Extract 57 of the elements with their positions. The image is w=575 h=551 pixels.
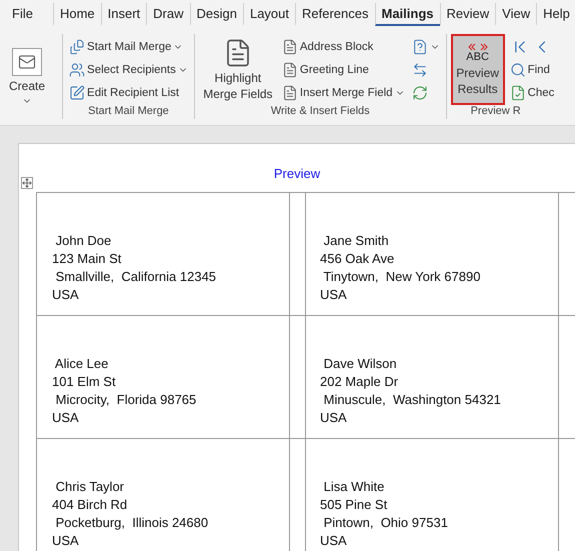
- address-line: USA: [52, 409, 80, 427]
- ribbon-button[interactable]: Chec: [508, 82, 556, 103]
- group-label: Write & Insert Fields: [270, 105, 371, 119]
- swap-arrows-icon: [412, 62, 428, 78]
- group-label: Start Mail Merge: [87, 105, 170, 119]
- address-line: 456 Oak Ave: [320, 250, 396, 268]
- address-line: 123 Main St: [52, 250, 122, 268]
- address-line: Minuscule, Washington 54321: [322, 391, 502, 409]
- ribbon-tab[interactable]: Layout: [242, 2, 296, 26]
- move-handle-icon[interactable]: [21, 177, 33, 189]
- address-line: Pintown, Ohio 97531: [322, 514, 449, 532]
- address-line: Chris Taylor: [54, 478, 126, 496]
- address-line: 202 Maple Dr: [320, 373, 400, 391]
- refresh-icon: [412, 84, 428, 100]
- ribbon-button[interactable]: Greeting Line: [280, 59, 407, 80]
- ribbon-tab[interactable]: Design: [190, 2, 243, 26]
- ribbon-tab[interactable]: Home: [52, 2, 101, 26]
- address-line: USA: [52, 532, 80, 550]
- envelope-icon: [12, 48, 42, 76]
- ribbon-tab[interactable]: Help: [536, 2, 575, 26]
- search-icon: [510, 62, 526, 78]
- address-line: Tinytown, New York 67890: [322, 268, 482, 286]
- ribbon-tab[interactable]: View: [495, 2, 536, 26]
- ribbon-tab[interactable]: References: [295, 2, 374, 26]
- ribbon-button[interactable]: Address Block: [280, 36, 407, 57]
- address-line: USA: [320, 286, 348, 304]
- ribbon-button[interactable]: Select Recipients: [67, 59, 190, 80]
- address-line: Lisa White: [322, 478, 386, 496]
- ribbon-tab[interactable]: Insert: [100, 2, 146, 26]
- create-button[interactable]: Create: [6, 34, 48, 119]
- ribbon-tab[interactable]: Review: [440, 2, 496, 26]
- address-line: 404 Birch Rd: [52, 496, 128, 514]
- ribbon-button[interactable]: Start Mail Merge: [67, 36, 190, 57]
- address-line: Alice Lee: [54, 355, 110, 373]
- preview-results-button[interactable]: ABC Preview Results: [450, 34, 505, 105]
- address-line: Pocketburg, Illinois 24680: [54, 514, 210, 532]
- highlight-merge-fields-button[interactable]: Highlight Merge Fields: [198, 34, 277, 105]
- page-heading: Preview: [272, 166, 322, 183]
- address-line: USA: [320, 409, 348, 427]
- document-check-icon: [510, 84, 526, 100]
- ribbon-tab[interactable]: Draw: [146, 2, 190, 26]
- ribbon-tab[interactable]: Mailings: [374, 2, 440, 26]
- document-question-icon: [412, 38, 428, 54]
- address-line: Smallville, California 12345: [54, 268, 218, 286]
- ribbon-button[interactable]: Insert Merge Field: [280, 82, 407, 103]
- ribbon-button[interactable]: Find: [508, 59, 556, 80]
- address-line: 101 Elm St: [52, 373, 117, 391]
- address-line: USA: [320, 532, 348, 550]
- ribbon-button[interactable]: Edit Recipient List: [67, 82, 190, 103]
- address-line: USA: [52, 286, 80, 304]
- address-line: Jane Smith: [322, 232, 390, 250]
- address-line: 505 Pine St: [320, 496, 388, 514]
- group-label: Preview R: [470, 105, 522, 119]
- address-line: Microcity, Florida 98765: [54, 391, 198, 409]
- ribbon-tab[interactable]: File: [6, 2, 39, 26]
- address-line: John Doe: [54, 232, 112, 250]
- address-line: Dave Wilson: [322, 355, 398, 373]
